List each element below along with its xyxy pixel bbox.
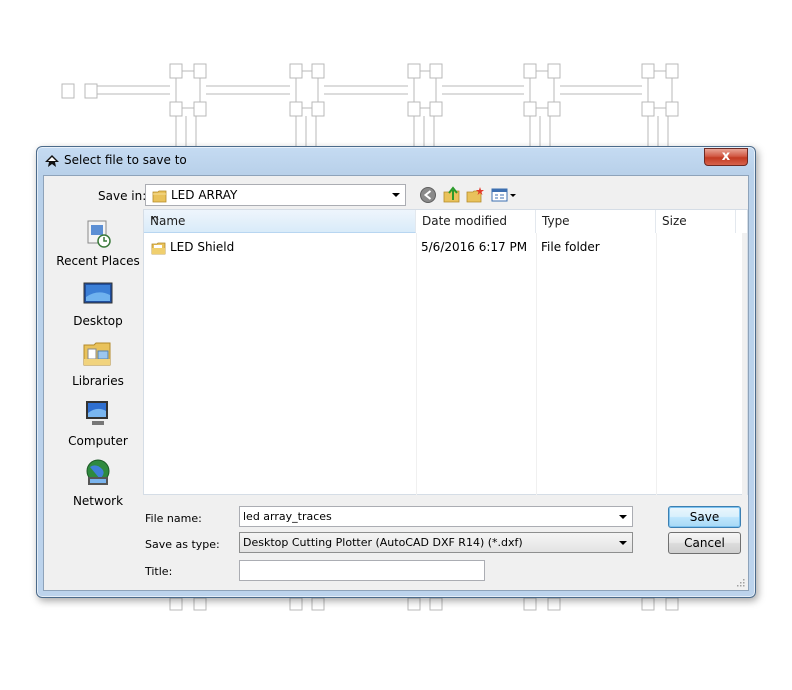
back-icon[interactable]: [418, 185, 438, 205]
save-file-dialog: Select file to save to x Save in: LED AR…: [36, 146, 756, 598]
column-divider: [656, 233, 657, 495]
title-label: Title:: [145, 565, 173, 578]
file-name: LED Shield: [170, 240, 235, 254]
file-name-value: led array_traces: [243, 510, 332, 523]
title-input[interactable]: [239, 560, 485, 581]
network-icon: [86, 459, 110, 485]
column-header-label: Name: [150, 214, 186, 228]
column-header-type[interactable]: Type: [536, 210, 656, 233]
file-type: File folder: [541, 240, 600, 254]
place-label: Computer: [68, 434, 128, 448]
save-in-dropdown[interactable]: LED ARRAY: [145, 184, 406, 206]
chevron-down-icon[interactable]: [392, 193, 400, 197]
column-divider: [536, 233, 537, 495]
folder-icon: [152, 190, 167, 203]
place-recent-places[interactable]: Recent Places: [52, 217, 144, 275]
dialog-titlebar[interactable]: Select file to save to x: [37, 147, 755, 175]
scrollbar[interactable]: [742, 233, 747, 495]
new-folder-icon[interactable]: [465, 185, 485, 205]
column-header-label: Type: [542, 214, 570, 228]
column-divider: [416, 233, 417, 495]
file-date: 5/6/2016 6:17 PM: [421, 240, 528, 254]
libraries-icon: [83, 342, 111, 366]
column-header-label: Size: [662, 214, 687, 228]
places-bar: Recent Places Desktop Libraries Computer…: [52, 212, 144, 508]
file-name-label: File name:: [145, 512, 202, 525]
place-label: Network: [72, 494, 124, 508]
chevron-down-icon[interactable]: [619, 541, 627, 545]
dialog-client-area: Save in: LED ARRAY Recent Places Desktop…: [43, 175, 749, 591]
desktop-icon: [83, 282, 113, 304]
chevron-down-icon[interactable]: [619, 515, 627, 519]
column-header-name[interactable]: ^ Name: [144, 210, 416, 233]
column-header-date[interactable]: Date modified: [416, 210, 536, 233]
save-button[interactable]: Save: [668, 506, 741, 528]
file-list[interactable]: ^ Name Date modified Type Size LED Shiel…: [143, 209, 748, 495]
file-row[interactable]: LED Shield 5/6/2016 6:17 PM File folder: [144, 238, 744, 258]
save-as-type-value: Desktop Cutting Plotter (AutoCAD DXF R14…: [243, 536, 523, 549]
place-label: Recent Places: [56, 254, 140, 268]
place-network[interactable]: Network: [52, 457, 144, 515]
place-label: Desktop: [73, 314, 123, 328]
place-label: Libraries: [72, 374, 124, 388]
inkscape-icon: [45, 155, 59, 167]
resize-grip-icon[interactable]: [735, 577, 745, 587]
column-header-label: Date modified: [422, 214, 508, 228]
computer-icon: [86, 401, 108, 425]
place-libraries[interactable]: Libraries: [52, 337, 144, 395]
close-button[interactable]: x: [704, 148, 748, 166]
column-header-size[interactable]: Size: [656, 210, 736, 233]
cancel-button[interactable]: Cancel: [668, 532, 741, 554]
save-as-type-label: Save as type:: [145, 538, 220, 551]
view-menu-icon[interactable]: [490, 185, 518, 205]
save-as-type-select[interactable]: Desktop Cutting Plotter (AutoCAD DXF R14…: [239, 532, 633, 553]
recent-places-icon: [87, 220, 111, 248]
up-folder-icon[interactable]: [442, 185, 462, 205]
save-in-value: LED ARRAY: [171, 188, 238, 202]
file-name-input[interactable]: led array_traces: [239, 506, 633, 527]
place-computer[interactable]: Computer: [52, 397, 144, 455]
place-desktop[interactable]: Desktop: [52, 277, 144, 335]
dialog-title: Select file to save to: [64, 153, 187, 167]
folder-icon: [151, 242, 166, 255]
save-in-label: Save in:: [98, 189, 147, 203]
